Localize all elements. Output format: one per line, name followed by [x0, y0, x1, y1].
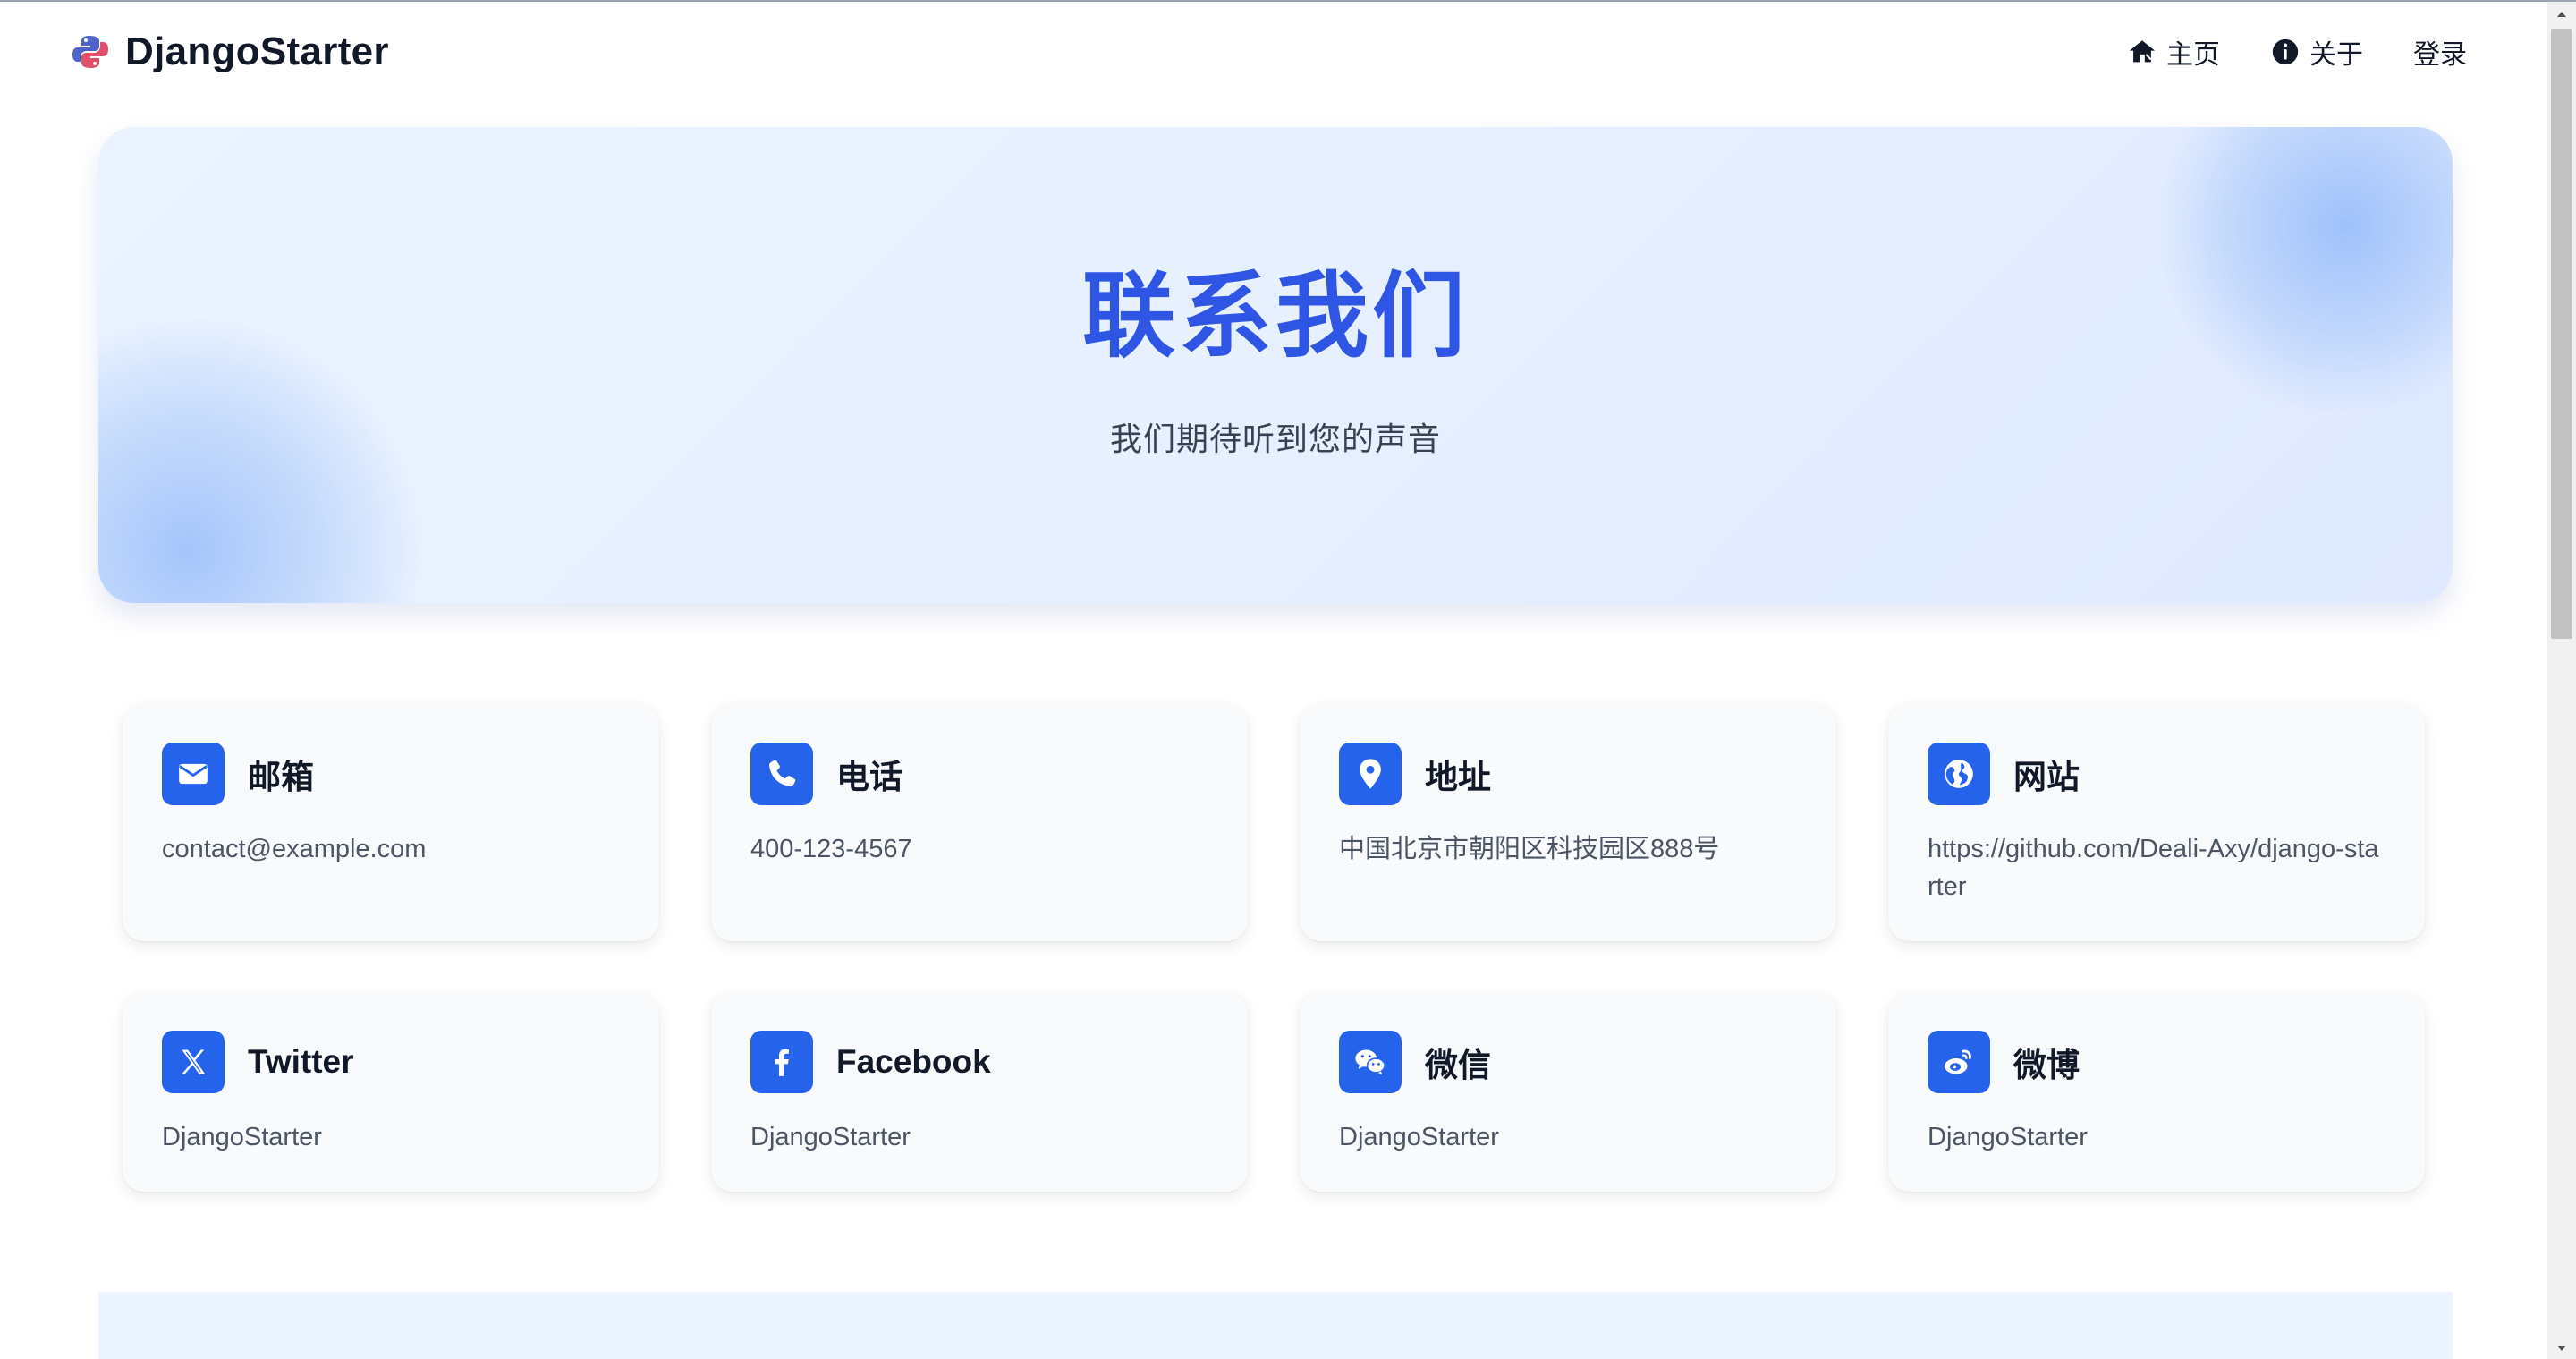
- vertical-scrollbar[interactable]: [2547, 2, 2576, 1359]
- info-icon: [2272, 38, 2299, 65]
- contact-card-phone[interactable]: 电话 400-123-4567: [711, 703, 1248, 941]
- contact-card-twitter[interactable]: Twitter DjangoStarter: [123, 991, 659, 1192]
- phone-icon: [750, 743, 813, 805]
- nav-link-about[interactable]: 关于: [2270, 32, 2363, 72]
- card-value: DjangoStarter: [162, 1123, 322, 1151]
- x-twitter-icon: [162, 1031, 225, 1093]
- nav-link-about-label: 关于: [2309, 40, 2363, 70]
- card-header: 电话: [750, 743, 1208, 805]
- contact-card-email[interactable]: 邮箱 contact@example.com: [123, 703, 659, 941]
- home-icon: [2129, 40, 2156, 63]
- card-header: 地址: [1339, 743, 1797, 805]
- card-title: Facebook: [836, 1043, 991, 1080]
- contact-cards: 邮箱 contact@example.com 电话 400-123-4567 地…: [123, 703, 2428, 1192]
- nav-link-login-label: 登录: [2413, 40, 2467, 70]
- card-title: Twitter: [248, 1043, 354, 1080]
- card-title: 微信: [1425, 1047, 1491, 1083]
- bottom-section: [98, 1292, 2453, 1359]
- contact-card-weibo[interactable]: 微博 DjangoStarter: [1888, 991, 2425, 1192]
- map-pin-icon: [1339, 743, 1402, 805]
- card-title: 电话: [836, 759, 902, 795]
- card-header: 网站: [1928, 743, 2385, 805]
- nav-link-login[interactable]: 登录: [2413, 32, 2467, 72]
- scroll-up-arrow-icon[interactable]: [2547, 2, 2576, 27]
- card-title: 网站: [2013, 759, 2080, 795]
- card-title: 微博: [2013, 1047, 2080, 1083]
- contact-card-website[interactable]: 网站 https://github.com/Deali-Axy/django-s…: [1888, 703, 2425, 941]
- contact-card-facebook[interactable]: Facebook DjangoStarter: [711, 991, 1248, 1192]
- brand[interactable]: DjangoStarter: [72, 30, 389, 74]
- card-value: DjangoStarter: [750, 1123, 911, 1151]
- card-value: 中国北京市朝阳区科技园区888号: [1339, 835, 1720, 863]
- page: DjangoStarter 主页 关于 登录 联系我们 我们期待听到您的声音 邮…: [0, 0, 2576, 1359]
- contact-card-address[interactable]: 地址 中国北京市朝阳区科技园区888号: [1300, 703, 1836, 941]
- card-title: 地址: [1425, 759, 1491, 795]
- wechat-icon: [1339, 1031, 1402, 1093]
- card-header: 邮箱: [162, 743, 620, 805]
- card-header: Twitter: [162, 1031, 620, 1093]
- hero-banner: 联系我们 我们期待听到您的声音: [98, 127, 2453, 603]
- globe-icon: [1928, 743, 1990, 805]
- python-logo-icon: [72, 36, 108, 68]
- facebook-icon: [750, 1031, 813, 1093]
- nav-links: 主页 关于 登录: [2127, 32, 2467, 72]
- page-title: 联系我们: [1081, 265, 1469, 369]
- nav-link-home[interactable]: 主页: [2127, 32, 2220, 72]
- card-title: 邮箱: [248, 759, 314, 795]
- page-subtitle: 我们期待听到您的声音: [1109, 420, 1441, 457]
- navbar: DjangoStarter 主页 关于 登录: [0, 2, 2547, 102]
- card-header: Facebook: [750, 1031, 1208, 1093]
- card-value: https://github.com/Deali-Axy/django-star…: [1928, 835, 2379, 902]
- brand-name: DjangoStarter: [125, 30, 389, 73]
- scrollbar-thumb[interactable]: [2551, 29, 2572, 639]
- contact-card-wechat[interactable]: 微信 DjangoStarter: [1300, 991, 1836, 1192]
- weibo-icon: [1928, 1031, 1990, 1093]
- nav-link-home-label: 主页: [2166, 40, 2220, 70]
- scroll-down-arrow-icon[interactable]: [2547, 1336, 2576, 1359]
- card-header: 微信: [1339, 1031, 1797, 1093]
- card-value: DjangoStarter: [1339, 1123, 1499, 1151]
- card-header: 微博: [1928, 1031, 2385, 1093]
- envelope-icon: [162, 743, 225, 805]
- card-value: 400-123-4567: [750, 835, 912, 863]
- card-value: DjangoStarter: [1928, 1123, 2088, 1151]
- card-value: contact@example.com: [162, 835, 427, 863]
